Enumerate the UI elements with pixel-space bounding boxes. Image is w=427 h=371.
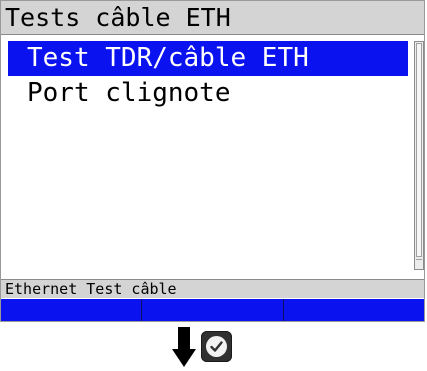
status-text: Ethernet Test câble — [5, 280, 177, 298]
ok-button[interactable] — [201, 331, 232, 362]
screen-title: Tests câble ETH — [5, 3, 231, 32]
title-bar: Tests câble ETH — [1, 1, 424, 35]
checkmark-circle-icon — [206, 336, 227, 357]
scrollbar[interactable] — [414, 41, 424, 270]
scrollbar-thumb[interactable] — [416, 43, 422, 257]
softkey-2[interactable] — [142, 299, 284, 321]
menu-list: Test TDR/câble ETH Port clignote — [8, 41, 408, 111]
softkey-bar — [1, 299, 424, 321]
device-screen: Tests câble ETH Test TDR/câble ETH Port … — [0, 0, 425, 322]
arrow-down-icon — [172, 327, 196, 367]
scrollbar-end-cap — [416, 259, 422, 268]
menu-item-tdr-cable-test[interactable]: Test TDR/câble ETH — [8, 41, 408, 76]
softkey-3[interactable] — [283, 299, 424, 321]
softkey-1[interactable] — [1, 299, 143, 321]
status-bar: Ethernet Test câble — [1, 279, 424, 298]
menu-item-port-blink[interactable]: Port clignote — [8, 76, 408, 111]
